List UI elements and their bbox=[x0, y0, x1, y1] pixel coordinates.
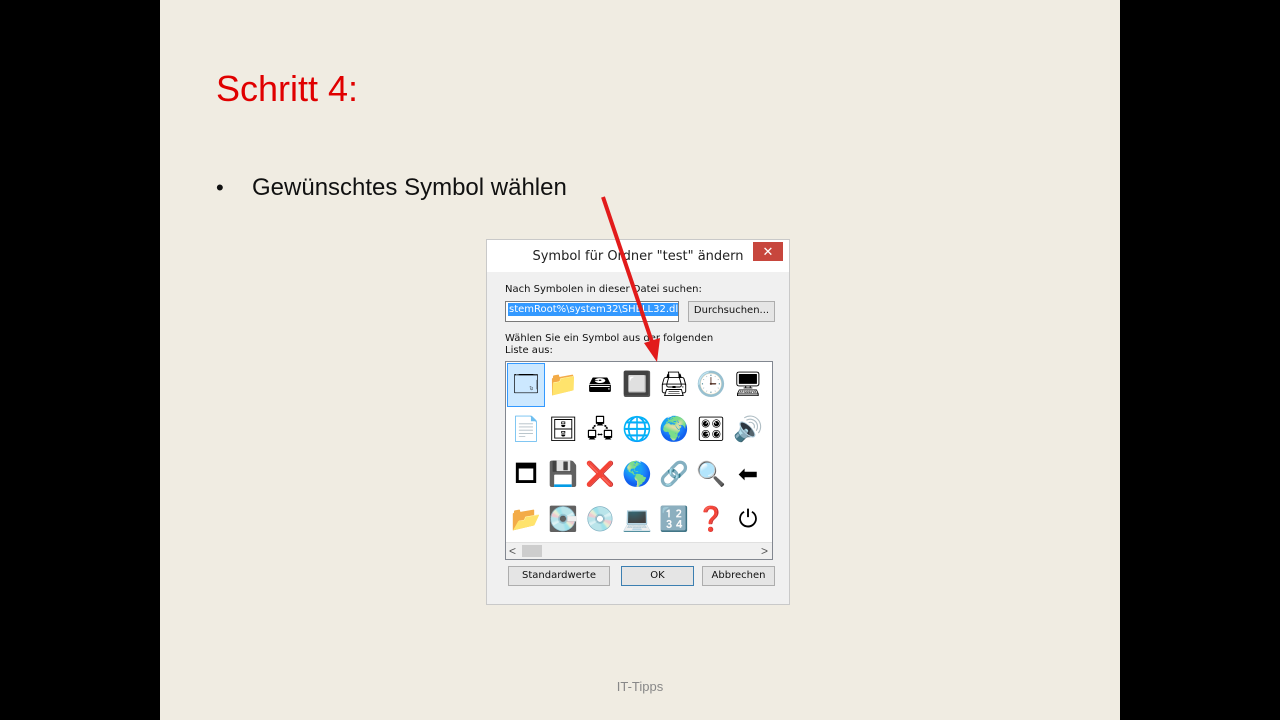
change-icon-dialog: Symbol für Ordner "test" ändern ✕ Nach S… bbox=[486, 239, 790, 605]
clock-document-icon-glyph: 🕒 bbox=[696, 371, 726, 398]
floppy-icon-glyph: 💾 bbox=[548, 461, 578, 488]
server-icon-glyph: 🗄 bbox=[547, 416, 579, 443]
computer-icon-glyph: 💻 bbox=[622, 506, 652, 533]
network-icon[interactable]: 🔗 bbox=[656, 454, 692, 496]
help-icon[interactable]: ❓ bbox=[693, 499, 729, 541]
drive-icon[interactable]: 🖴 bbox=[582, 364, 618, 406]
green-arrow-icon-glyph: ⬅ bbox=[737, 461, 759, 488]
scroll-right-arrow[interactable]: > bbox=[761, 544, 768, 558]
network-drive-icon-glyph: 🖧 bbox=[586, 416, 614, 443]
search-file-label: Nach Symbolen in dieser Datei suchen: bbox=[505, 284, 702, 295]
cd-drive-icon-glyph: 💿 bbox=[585, 506, 615, 533]
scroll-thumb[interactable] bbox=[522, 545, 542, 557]
monitor-icon-glyph: 🖥 bbox=[732, 371, 764, 398]
network-drive-icon[interactable]: 🖧 bbox=[582, 409, 618, 451]
help-icon-glyph: ❓ bbox=[696, 506, 726, 533]
scroll-left-arrow[interactable]: < bbox=[509, 544, 516, 558]
globe-cursor-icon-glyph: 🌎 bbox=[622, 461, 652, 488]
chip-icon[interactable]: 🔲 bbox=[619, 364, 655, 406]
magnifier-icon-glyph: 🔍 bbox=[696, 461, 726, 488]
bullet-text: Gewünschtes Symbol wählen bbox=[252, 174, 567, 201]
slide-title: Schritt 4: bbox=[216, 68, 359, 109]
slide: Schritt 4: • Gewünschtes Symbol wählen S… bbox=[160, 0, 1120, 720]
close-button[interactable]: ✕ bbox=[753, 242, 783, 261]
drive-error-icon[interactable]: ❌ bbox=[582, 454, 618, 496]
hard-disk-icon-glyph: 💽 bbox=[548, 506, 578, 533]
path-selected-text: stemRoot%\system32\SHELL32.dll bbox=[508, 303, 678, 316]
power-icon[interactable]: ⏻ bbox=[730, 499, 766, 541]
icon-list[interactable]: 🗔 📁 🖴 🔲 🖨 🕒 🖥 📄 🗄 🖧 🌐 🌍 🎛 🔊 🗖 💾 ❌ 🌎 🔗 🔍 ⬅ 📂 💽 💿 💻 🔢 ❓ ⏻ < > bbox=[505, 361, 773, 560]
printer-icon[interactable]: 🖨 bbox=[656, 364, 692, 406]
server-icon[interactable]: 🗄 bbox=[545, 409, 581, 451]
keypad-icon-glyph: 🔢 bbox=[659, 506, 689, 533]
window-icon[interactable]: 🗖 bbox=[508, 454, 544, 496]
cd-drive-icon[interactable]: 💿 bbox=[582, 499, 618, 541]
folder-icon-2-glyph: 📂 bbox=[511, 506, 541, 533]
folder-icon[interactable]: 📁 bbox=[545, 364, 581, 406]
drive-error-icon-glyph: ❌ bbox=[585, 461, 615, 488]
icon-file-path-input[interactable]: stemRoot%\system32\SHELL32.dll bbox=[505, 301, 679, 322]
icon-list-label: Wählen Sie ein Symbol aus der folgenden … bbox=[505, 333, 714, 356]
green-arrow-icon[interactable]: ⬅ bbox=[730, 454, 766, 496]
horizontal-scrollbar[interactable]: < > bbox=[506, 542, 772, 559]
window-icon-glyph: 🗖 bbox=[514, 461, 538, 488]
folder-icon-glyph: 📁 bbox=[548, 371, 578, 398]
globe-network-icon-glyph: 🌍 bbox=[659, 416, 689, 443]
control-panel-icon[interactable]: 🎛 bbox=[693, 409, 729, 451]
globe-icon-glyph: 🌐 bbox=[622, 416, 652, 443]
cancel-button[interactable]: Abbrechen bbox=[702, 566, 775, 586]
chip-icon-glyph: 🔲 bbox=[622, 371, 652, 398]
magnifier-icon[interactable]: 🔍 bbox=[693, 454, 729, 496]
speaker-icon[interactable]: 🔊 bbox=[730, 409, 766, 451]
globe-cursor-icon[interactable]: 🌎 bbox=[619, 454, 655, 496]
keypad-icon[interactable]: 🔢 bbox=[656, 499, 692, 541]
printer-icon-glyph: 🖨 bbox=[658, 371, 690, 398]
document-icon[interactable]: 📄 bbox=[508, 409, 544, 451]
dialog-titlebar[interactable]: Symbol für Ordner "test" ändern ✕ bbox=[487, 240, 789, 272]
power-icon-glyph: ⏻ bbox=[738, 506, 758, 533]
ok-button[interactable]: OK bbox=[621, 566, 694, 586]
window-app-icon-glyph: 🗔 bbox=[512, 371, 540, 398]
clock-document-icon[interactable]: 🕒 bbox=[693, 364, 729, 406]
dialog-title: Symbol für Ordner "test" ändern bbox=[532, 249, 744, 264]
browse-button[interactable]: Durchsuchen... bbox=[688, 301, 775, 322]
bullet-item: • Gewünschtes Symbol wählen bbox=[216, 174, 567, 202]
bullet-marker: • bbox=[216, 175, 224, 200]
defaults-button[interactable]: Standardwerte bbox=[508, 566, 610, 586]
hard-disk-icon[interactable]: 💽 bbox=[545, 499, 581, 541]
floppy-icon[interactable]: 💾 bbox=[545, 454, 581, 496]
globe-icon[interactable]: 🌐 bbox=[619, 409, 655, 451]
computer-icon[interactable]: 💻 bbox=[619, 499, 655, 541]
monitor-icon[interactable]: 🖥 bbox=[730, 364, 766, 406]
control-panel-icon-glyph: 🎛 bbox=[695, 416, 727, 443]
speaker-icon-glyph: 🔊 bbox=[733, 416, 763, 443]
network-icon-glyph: 🔗 bbox=[659, 461, 689, 488]
folder-icon-2[interactable]: 📂 bbox=[508, 499, 544, 541]
slide-footer: IT-Tipps bbox=[616, 679, 664, 694]
document-icon-glyph: 📄 bbox=[511, 416, 541, 443]
window-app-icon[interactable]: 🗔 bbox=[507, 363, 545, 407]
globe-network-icon[interactable]: 🌍 bbox=[656, 409, 692, 451]
drive-icon-glyph: 🖴 bbox=[587, 371, 613, 398]
